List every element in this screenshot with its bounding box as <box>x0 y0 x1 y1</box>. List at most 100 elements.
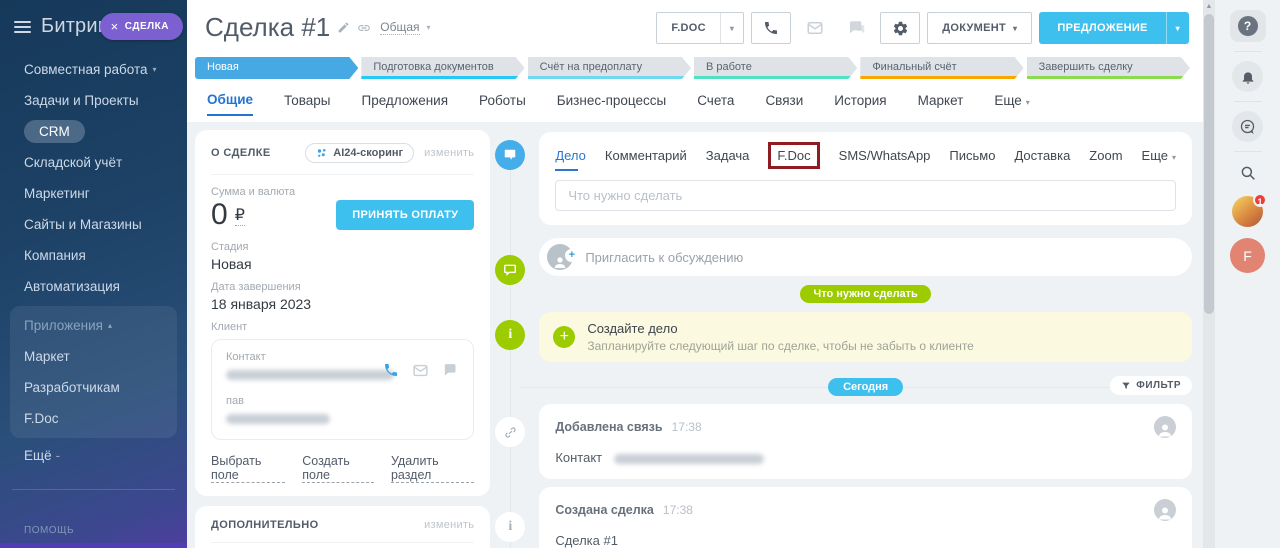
tab-history[interactable]: История <box>834 93 886 115</box>
chat-icon[interactable] <box>442 362 459 379</box>
atab-fdoc-highlighted[interactable]: F.Doc <box>768 142 819 169</box>
edit-additional-link[interactable]: изменить <box>424 519 474 531</box>
scrollbar-thumb[interactable] <box>1204 14 1214 314</box>
chevron-down-icon[interactable]: ▾ <box>1167 24 1189 33</box>
accept-payment-button[interactable]: ПРИНЯТЬ ОПЛАТУ <box>336 200 474 230</box>
contact-name-redacted[interactable] <box>614 454 764 464</box>
chevron-down-icon[interactable]: ▾ <box>427 23 431 32</box>
atab-letter[interactable]: Письмо <box>949 148 995 163</box>
today-divider-row: Сегодня ФИЛЬТР <box>539 377 1192 396</box>
deal-slider-badge[interactable]: × СДЕЛКА <box>100 13 183 40</box>
help-button[interactable]: ? <box>1230 10 1266 42</box>
atab-zoom[interactable]: Zoom <box>1089 148 1122 163</box>
plus-icon: + <box>565 249 578 262</box>
sidebar-item-fdoc[interactable]: F.Doc <box>10 403 177 434</box>
hint-title[interactable]: Создайте дело <box>587 321 974 336</box>
stage-final-invoice[interactable]: Финальный счёт <box>860 57 1023 79</box>
content-area: О СДЕЛКЕ AI24-скоринг изменить Сумма и в… <box>187 122 1203 548</box>
tab-market[interactable]: Маркет <box>918 93 964 115</box>
atab-deal[interactable]: Дело <box>555 148 586 163</box>
sidebar-item-sites[interactable]: Сайты и Магазины <box>0 209 187 240</box>
chain-link-icon <box>495 417 525 447</box>
atab-more[interactable]: Еще▾ <box>1142 148 1176 163</box>
notifications-button[interactable] <box>1232 61 1263 92</box>
sidebar-item-automation[interactable]: Автоматизация <box>0 271 187 302</box>
sidebar-item-more[interactable]: Ещё- <box>0 438 187 473</box>
today-badge[interactable]: Сегодня <box>828 378 903 396</box>
call-button[interactable] <box>751 12 791 44</box>
plus-icon[interactable]: + <box>553 326 575 348</box>
sidebar-item-developers[interactable]: Разработчикам <box>10 372 177 403</box>
search-icon[interactable] <box>1239 164 1257 182</box>
stage-close-deal[interactable]: Завершить сделку <box>1027 57 1190 79</box>
atab-sms-whatsapp[interactable]: SMS/WhatsApp <box>839 148 931 163</box>
atab-task[interactable]: Задача <box>706 148 750 163</box>
sidebar-item-company[interactable]: Компания <box>0 240 187 271</box>
currency-value[interactable]: ₽ <box>235 205 245 226</box>
phone-icon[interactable] <box>383 362 399 379</box>
vertical-scrollbar[interactable]: ▲ <box>1203 0 1215 548</box>
tab-products[interactable]: Товары <box>284 93 330 115</box>
user-avatar[interactable]: 1 <box>1232 196 1263 227</box>
sidebar-item-crm[interactable]: CRM <box>0 116 187 147</box>
sidebar-item-collaboration[interactable]: Совместная работа▾ <box>0 54 187 85</box>
tab-links[interactable]: Связи <box>765 93 803 115</box>
sidebar-item-marketing[interactable]: Маркетинг <box>0 178 187 209</box>
messenger-button[interactable] <box>1232 111 1263 142</box>
user-avatar-icon[interactable] <box>1154 416 1176 438</box>
link-icon[interactable] <box>357 21 371 35</box>
stage-in-progress[interactable]: В работе <box>694 57 857 79</box>
pencil-icon[interactable] <box>337 21 350 34</box>
todo-badge[interactable]: Что нужно сделать <box>800 285 930 303</box>
close-date-value[interactable]: 18 января 2023 <box>211 296 474 312</box>
scroll-up-icon[interactable]: ▲ <box>1203 3 1215 10</box>
settings-button[interactable] <box>880 12 920 44</box>
toolbar: F.DOC ▾ ДОКУМЕНТ ▾ ПРЕДЛОЖЕНИЕ ▾ <box>656 12 1189 44</box>
invite-to-discussion[interactable]: + Пригласить к обсуждению <box>539 238 1192 276</box>
menu-icon[interactable] <box>14 21 31 33</box>
stage-value[interactable]: Новая <box>211 256 474 272</box>
sidebar-item-market[interactable]: Маркет <box>10 341 177 372</box>
contact-name-redacted[interactable] <box>226 370 394 380</box>
tab-more[interactable]: Еще▾ <box>994 93 1029 115</box>
atab-comment[interactable]: Комментарий <box>605 148 687 163</box>
tab-invoices[interactable]: Счета <box>697 93 734 115</box>
fdoc-split-button[interactable]: F.DOC ▾ <box>656 12 744 44</box>
ai-scoring-badge[interactable]: AI24-скоринг <box>305 143 414 163</box>
todo-input[interactable] <box>555 180 1176 211</box>
tab-quotes[interactable]: Предложения <box>362 93 449 115</box>
chevron-down-icon[interactable]: ▾ <box>721 24 743 33</box>
amount-value[interactable]: 0 <box>211 198 228 232</box>
sidebar-item-tasks[interactable]: Задачи и Проекты <box>0 85 187 116</box>
document-button[interactable]: ДОКУМЕНТ ▾ <box>927 12 1032 44</box>
event-card-deal-created[interactable]: Создана сделка 17:38 Сделка #1 <box>539 487 1192 548</box>
atab-delivery[interactable]: Доставка <box>1014 148 1070 163</box>
choose-field-link[interactable]: Выбрать поле <box>211 454 285 483</box>
person-add-icon: + <box>547 244 573 270</box>
footer-link-help[interactable]: ПОМОЩЬ <box>0 516 187 545</box>
profile-avatar[interactable]: F <box>1230 238 1265 273</box>
user-avatar-icon[interactable] <box>1154 499 1176 521</box>
create-field-link[interactable]: Создать поле <box>302 454 374 483</box>
sidebar-item-apps[interactable]: Приложения▴ <box>10 310 177 341</box>
event-card-link-added[interactable]: Добавлена связь 17:38 Контакт <box>539 404 1192 479</box>
tab-robots[interactable]: Роботы <box>479 93 526 115</box>
stage-new[interactable]: Новая <box>195 57 358 79</box>
tab-general[interactable]: Общие <box>207 92 253 116</box>
chevron-up-icon: ▴ <box>108 321 112 330</box>
pav-value-redacted[interactable] <box>226 414 330 424</box>
invite-row-wrap: + Пригласить к обсуждению <box>539 238 1192 276</box>
sidebar-item-inventory[interactable]: Складской учёт <box>0 147 187 178</box>
delete-section-link[interactable]: Удалить раздел <box>391 454 474 483</box>
proposal-split-button[interactable]: ПРЕДЛОЖЕНИЕ ▾ <box>1039 12 1189 44</box>
stage-docs-preparation[interactable]: Подготовка документов <box>361 57 524 79</box>
stage-prepayment-invoice[interactable]: Счёт на предоплату <box>528 57 691 79</box>
tab-business-processes[interactable]: Бизнес-процессы <box>557 93 666 115</box>
filter-button[interactable]: ФИЛЬТР <box>1110 376 1192 395</box>
mail-icon[interactable] <box>412 362 429 379</box>
close-icon[interactable]: × <box>111 19 119 34</box>
edit-about-link[interactable]: изменить <box>424 147 474 159</box>
funnel-selector[interactable]: Общая <box>380 20 419 35</box>
ai-scoring-icon <box>316 147 328 159</box>
bell-icon <box>1240 69 1256 85</box>
